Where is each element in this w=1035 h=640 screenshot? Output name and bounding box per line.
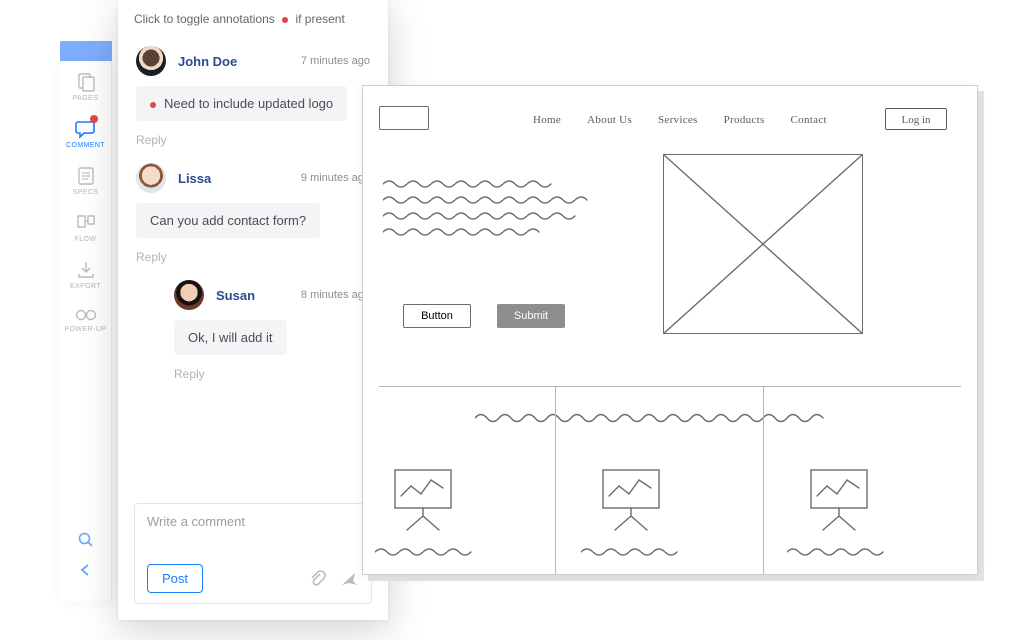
comment-input[interactable]: Write a comment	[147, 514, 359, 556]
wf-nav: Home About Us Services Products Contact	[533, 114, 827, 126]
rail-item-flow[interactable]: FLOW	[60, 202, 112, 249]
search-icon[interactable]	[77, 531, 95, 549]
reply-button[interactable]: Reply	[174, 367, 370, 381]
reply-button[interactable]: Reply	[136, 133, 370, 147]
wf-divider	[379, 386, 961, 387]
comment-author[interactable]: Susan	[216, 288, 255, 303]
comment-bubble[interactable]: Can you add contact form?	[136, 203, 320, 238]
avatar[interactable]	[136, 163, 166, 193]
comment-thread: Lissa 9 minutes ago Can you add contact …	[118, 157, 388, 274]
collapse-icon[interactable]	[78, 563, 94, 577]
comment-time: 8 minutes ago	[301, 289, 370, 301]
notification-dot-icon	[90, 115, 98, 123]
rail-label: SPECS	[60, 189, 112, 196]
hint-text: Click to toggle annotations	[134, 12, 275, 26]
wf-image-placeholder	[663, 154, 863, 334]
rail-label: FLOW	[60, 236, 112, 243]
side-rail: PAGES COMMENT SPECS FLOW EXPORT POWER-UP	[60, 61, 112, 601]
rail-item-export[interactable]: EXPORT	[60, 249, 112, 296]
send-arrow-icon[interactable]	[339, 569, 359, 589]
wf-divider	[763, 386, 764, 574]
comment-body: Ok, I will add it	[188, 330, 273, 345]
hint-text: if present	[295, 12, 344, 26]
comment-author[interactable]: John Doe	[178, 54, 237, 69]
wf-caption	[581, 542, 691, 562]
specs-icon	[75, 165, 97, 187]
avatar[interactable]	[136, 46, 166, 76]
comment-list: John Doe 7 minutes ago Need to include u…	[118, 34, 388, 491]
wf-nav-item: Contact	[791, 114, 827, 126]
comment-panel: Click to toggle annotations if present J…	[118, 0, 388, 620]
rail-label: POWER-UP	[60, 326, 112, 333]
wf-divider	[555, 386, 556, 574]
powerup-icon	[74, 306, 98, 324]
wf-chart-icon	[383, 464, 463, 534]
wf-nav-item: Products	[724, 114, 765, 126]
comment-bubble[interactable]: Ok, I will add it	[174, 320, 287, 355]
wf-chart-icon	[799, 464, 879, 534]
comment-body: Need to include updated logo	[164, 96, 333, 111]
comment-author[interactable]: Lissa	[178, 171, 211, 186]
comment-body: Can you add contact form?	[150, 213, 306, 228]
comment-time: 7 minutes ago	[301, 55, 370, 67]
rail-item-specs[interactable]: SPECS	[60, 155, 112, 202]
wf-login-button: Log in	[885, 108, 947, 130]
rail-item-pages[interactable]: PAGES	[60, 61, 112, 108]
comment-thread: John Doe 7 minutes ago Need to include u…	[118, 40, 388, 157]
wf-button: Button	[403, 304, 471, 328]
wf-caption	[787, 542, 897, 562]
comment-time: 9 minutes ago	[301, 172, 370, 184]
pages-icon	[75, 71, 97, 93]
rail-label: EXPORT	[60, 283, 112, 290]
attachment-icon[interactable]	[307, 569, 327, 589]
avatar[interactable]	[174, 280, 204, 310]
annotation-marker-icon	[150, 102, 156, 108]
rail-item-powerup[interactable]: POWER-UP	[60, 296, 112, 339]
rail-accent	[60, 41, 112, 61]
comment-thread-reply: Susan 8 minutes ago Ok, I will add it Re…	[118, 274, 388, 391]
wireframe-canvas[interactable]: Home About Us Services Products Contact …	[362, 85, 978, 575]
wf-searchbox	[379, 106, 429, 130]
rail-item-comment[interactable]: COMMENT	[60, 108, 112, 155]
wf-chart-icon	[591, 464, 671, 534]
rail-label: PAGES	[60, 95, 112, 102]
flow-icon	[75, 212, 97, 234]
annotation-dot-icon	[282, 17, 288, 23]
post-button[interactable]: Post	[147, 564, 203, 593]
comment-composer: Write a comment Post	[134, 503, 372, 604]
wf-paragraph	[383, 176, 623, 256]
export-icon	[75, 259, 97, 281]
reply-button[interactable]: Reply	[136, 250, 370, 264]
wf-nav-item: Home	[533, 114, 561, 126]
wf-nav-item: About Us	[587, 114, 632, 126]
rail-label: COMMENT	[60, 142, 112, 149]
wf-heading	[475, 408, 855, 428]
annotation-hint[interactable]: Click to toggle annotations if present	[118, 0, 388, 34]
wf-caption	[375, 542, 485, 562]
wf-nav-item: Services	[658, 114, 698, 126]
comment-bubble[interactable]: Need to include updated logo	[136, 86, 347, 121]
wf-submit-button: Submit	[497, 304, 565, 328]
